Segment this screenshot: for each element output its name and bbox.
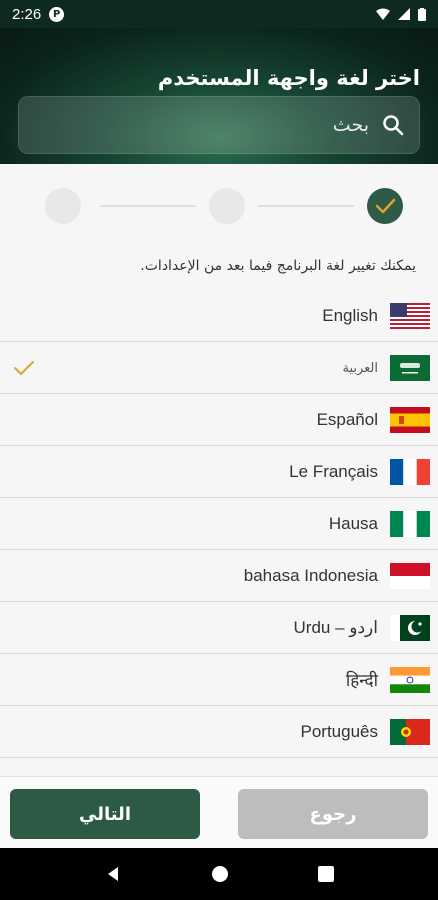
france-flag-icon: [390, 458, 430, 485]
notification-icon: P: [49, 6, 65, 22]
saudi-flag-icon: [390, 354, 430, 381]
header: اختر لغة واجهة المستخدم: [0, 28, 438, 164]
status-time: 2:26: [12, 5, 42, 23]
language-label: Hausa: [328, 513, 378, 533]
step-connector: [258, 205, 354, 207]
language-row-spanish[interactable]: Español: [0, 394, 438, 446]
step-2-dot: [209, 188, 245, 224]
language-label: हिन्दी: [345, 671, 378, 690]
language-label: Português: [300, 721, 379, 741]
language-label: English: [322, 305, 378, 325]
selected-check-icon: [14, 361, 34, 376]
language-list: English العربية Español Le Français Haus…: [0, 290, 438, 758]
home-nav-icon[interactable]: [211, 865, 229, 883]
language-label: Le Français: [289, 461, 378, 481]
language-row-hausa[interactable]: Hausa: [0, 498, 438, 550]
nigeria-flag-icon: [390, 510, 430, 537]
footer: التالي رجوع: [0, 776, 438, 848]
search-box[interactable]: [18, 96, 420, 154]
search-icon[interactable]: [381, 113, 405, 137]
language-row-french[interactable]: Le Français: [0, 446, 438, 498]
language-row-urdu[interactable]: Urdu – اردو: [0, 602, 438, 654]
language-label: العربية: [342, 359, 378, 375]
language-label: Español: [316, 409, 378, 429]
search-input[interactable]: [39, 114, 369, 136]
india-flag-icon: [390, 666, 430, 693]
step-connector: [100, 205, 196, 207]
language-hint: يمكنك تغيير لغة البرنامج فيما بعد من الإ…: [140, 258, 416, 274]
back-nav-icon[interactable]: [104, 865, 122, 883]
system-nav-bar: [0, 848, 438, 900]
step-1-dot: [367, 188, 403, 224]
check-icon: [375, 198, 396, 214]
pakistan-flag-icon: [390, 614, 430, 641]
spain-flag-icon: [390, 406, 430, 433]
wifi-icon: [376, 8, 390, 20]
back-button[interactable]: رجوع: [238, 789, 428, 839]
indonesia-flag-icon: [390, 562, 430, 589]
progress-stepper: [0, 188, 438, 228]
signal-icon: [398, 8, 410, 20]
language-row-english[interactable]: English: [0, 290, 438, 342]
language-row-hindi[interactable]: हिन्दी: [0, 654, 438, 706]
recents-nav-icon[interactable]: [317, 866, 334, 882]
page-title: اختر لغة واجهة المستخدم: [157, 66, 420, 90]
language-row-arabic[interactable]: العربية: [0, 342, 438, 394]
status-bar: 2:26 P: [0, 0, 438, 28]
language-row-portuguese[interactable]: Português: [0, 706, 438, 758]
us-flag-icon: [390, 302, 430, 329]
battery-icon: [418, 7, 426, 21]
next-button[interactable]: التالي: [10, 789, 200, 839]
language-label: bahasa Indonesia: [243, 565, 378, 585]
step-3-dot: [45, 188, 81, 224]
language-row-indonesian[interactable]: bahasa Indonesia: [0, 550, 438, 602]
language-label: Urdu – اردو: [293, 617, 378, 637]
portugal-flag-icon: [390, 718, 430, 745]
